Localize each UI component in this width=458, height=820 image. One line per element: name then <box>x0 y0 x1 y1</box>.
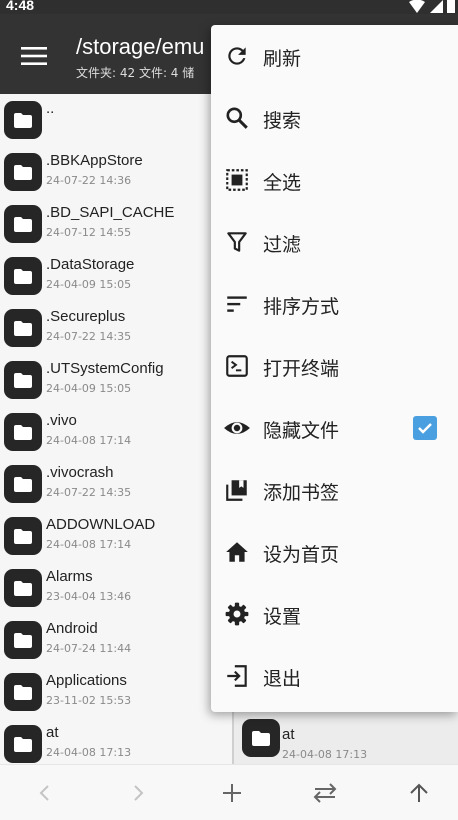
system-icons <box>408 0 456 14</box>
folder-icon <box>4 413 42 451</box>
file-date: 24-04-09 15:05 <box>46 278 132 291</box>
menu-item-search[interactable]: 搜索 <box>211 87 458 149</box>
path-title: /storage/emu <box>76 34 205 59</box>
folder-icon <box>4 465 42 503</box>
forward-button[interactable] <box>122 777 154 809</box>
second-pane-item[interactable]: at 24-04-08 17:13 <box>232 712 458 764</box>
file-name: .Secureplus <box>46 308 126 325</box>
menu-item-label: 退出 <box>263 668 302 690</box>
file-date: 24-04-08 17:13 <box>282 748 368 761</box>
file-date: 23-04-04 13:46 <box>46 590 132 603</box>
bottom-toolbar <box>0 764 458 820</box>
file-name: at <box>282 726 295 743</box>
up-button[interactable] <box>403 777 435 809</box>
file-name: .vivocrash <box>46 464 114 481</box>
folder-icon <box>4 673 42 711</box>
file-date: 24-07-22 14:35 <box>46 486 132 499</box>
file-date: 24-07-24 11:44 <box>46 642 132 655</box>
folder-icon <box>4 517 42 555</box>
hamburger-icon <box>21 47 47 65</box>
file-date: 24-07-22 14:35 <box>46 330 132 343</box>
file-date: 24-04-08 17:14 <box>46 538 132 551</box>
menu-item-sort[interactable]: 排序方式 <box>211 273 458 335</box>
battery-icon <box>447 0 455 13</box>
settings-icon <box>223 600 251 628</box>
folder-icon <box>4 361 42 399</box>
menu-item-label: 排序方式 <box>263 296 340 318</box>
home-icon <box>223 538 251 566</box>
menu-item-label: 刷新 <box>263 48 302 70</box>
menu-item-refresh[interactable]: 刷新 <box>211 25 458 87</box>
overflow-menu: 刷新 搜索 全选 过滤 排序方式 打开终端 隐藏文件 添加书签 设为首页 设置 … <box>211 25 458 712</box>
status-bar: 4:48 <box>0 0 458 14</box>
file-date: 24-04-09 15:05 <box>46 382 132 395</box>
back-icon <box>39 785 49 801</box>
file-date: 24-04-08 17:13 <box>46 746 132 759</box>
menu-item-filter[interactable]: 过滤 <box>211 211 458 273</box>
filter-icon <box>223 228 251 256</box>
file-name: .BBKAppStore <box>46 152 143 169</box>
menu-item-terminal[interactable]: 打开终端 <box>211 335 458 397</box>
bookmark-icon <box>223 476 251 504</box>
file-name: .vivo <box>46 412 77 429</box>
folder-icon <box>4 621 42 659</box>
menu-item-hidden-files[interactable]: 隐藏文件 <box>211 397 458 459</box>
menu-item-label: 打开终端 <box>263 358 340 380</box>
sort-icon <box>223 290 251 318</box>
menu-item-select-all[interactable]: 全选 <box>211 149 458 211</box>
file-name: Alarms <box>46 568 93 585</box>
folder-icon <box>4 101 42 139</box>
swap-button[interactable] <box>309 777 341 809</box>
menu-item-exit[interactable]: 退出 <box>211 645 458 707</box>
menu-item-label: 设置 <box>263 606 302 628</box>
folder-icon <box>4 153 42 191</box>
file-date: 24-04-08 17:14 <box>46 434 132 447</box>
status-time: 4:48 <box>6 0 35 13</box>
menu-item-label: 添加书签 <box>263 482 340 504</box>
hidden-files-checkbox[interactable] <box>413 416 437 440</box>
menu-item-set-home[interactable]: 设为首页 <box>211 521 458 583</box>
file-date: 24-07-12 14:55 <box>46 226 132 239</box>
swap-icon <box>313 783 337 803</box>
forward-icon <box>134 785 144 801</box>
menu-item-settings[interactable]: 设置 <box>211 583 458 645</box>
file-date: 24-07-22 14:36 <box>46 174 132 187</box>
folder-icon <box>4 257 42 295</box>
add-icon <box>223 784 241 802</box>
add-button[interactable] <box>216 777 248 809</box>
signal-icon <box>430 0 443 13</box>
menu-item-label: 搜索 <box>263 110 302 132</box>
folder-icon <box>4 309 42 347</box>
up-icon <box>410 783 428 802</box>
refresh-icon <box>223 42 251 70</box>
file-name: .BD_SAPI_CACHE <box>46 204 175 221</box>
wifi-icon <box>409 0 425 13</box>
folder-icon <box>242 719 280 757</box>
file-name: .DataStorage <box>46 256 135 273</box>
file-name: Android <box>46 620 98 637</box>
folder-icon <box>4 569 42 607</box>
folder-stats: 文件夹: 42 文件: 4 储 <box>76 66 195 80</box>
folder-icon <box>4 205 42 243</box>
exit-icon <box>223 662 251 690</box>
menu-item-add-bookmark[interactable]: 添加书签 <box>211 459 458 521</box>
file-name: at <box>46 724 59 741</box>
file-name: Applications <box>46 672 127 689</box>
file-date: 23-11-02 15:53 <box>46 694 132 707</box>
drawer-menu-button[interactable] <box>14 36 54 76</box>
select-all-icon <box>223 166 251 194</box>
terminal-icon <box>223 352 251 380</box>
folder-icon <box>4 725 42 763</box>
file-name: .. <box>46 100 55 117</box>
menu-item-label: 全选 <box>263 172 302 194</box>
menu-item-label: 过滤 <box>263 234 302 256</box>
file-name: ADDOWNLOAD <box>46 516 156 533</box>
eye-icon <box>223 414 251 442</box>
file-name: .UTSystemConfig <box>46 360 164 377</box>
back-button[interactable] <box>29 777 61 809</box>
checkmark-icon <box>418 423 432 434</box>
menu-item-label: 设为首页 <box>263 544 340 566</box>
search-icon <box>223 104 251 132</box>
menu-item-label: 隐藏文件 <box>263 420 340 442</box>
